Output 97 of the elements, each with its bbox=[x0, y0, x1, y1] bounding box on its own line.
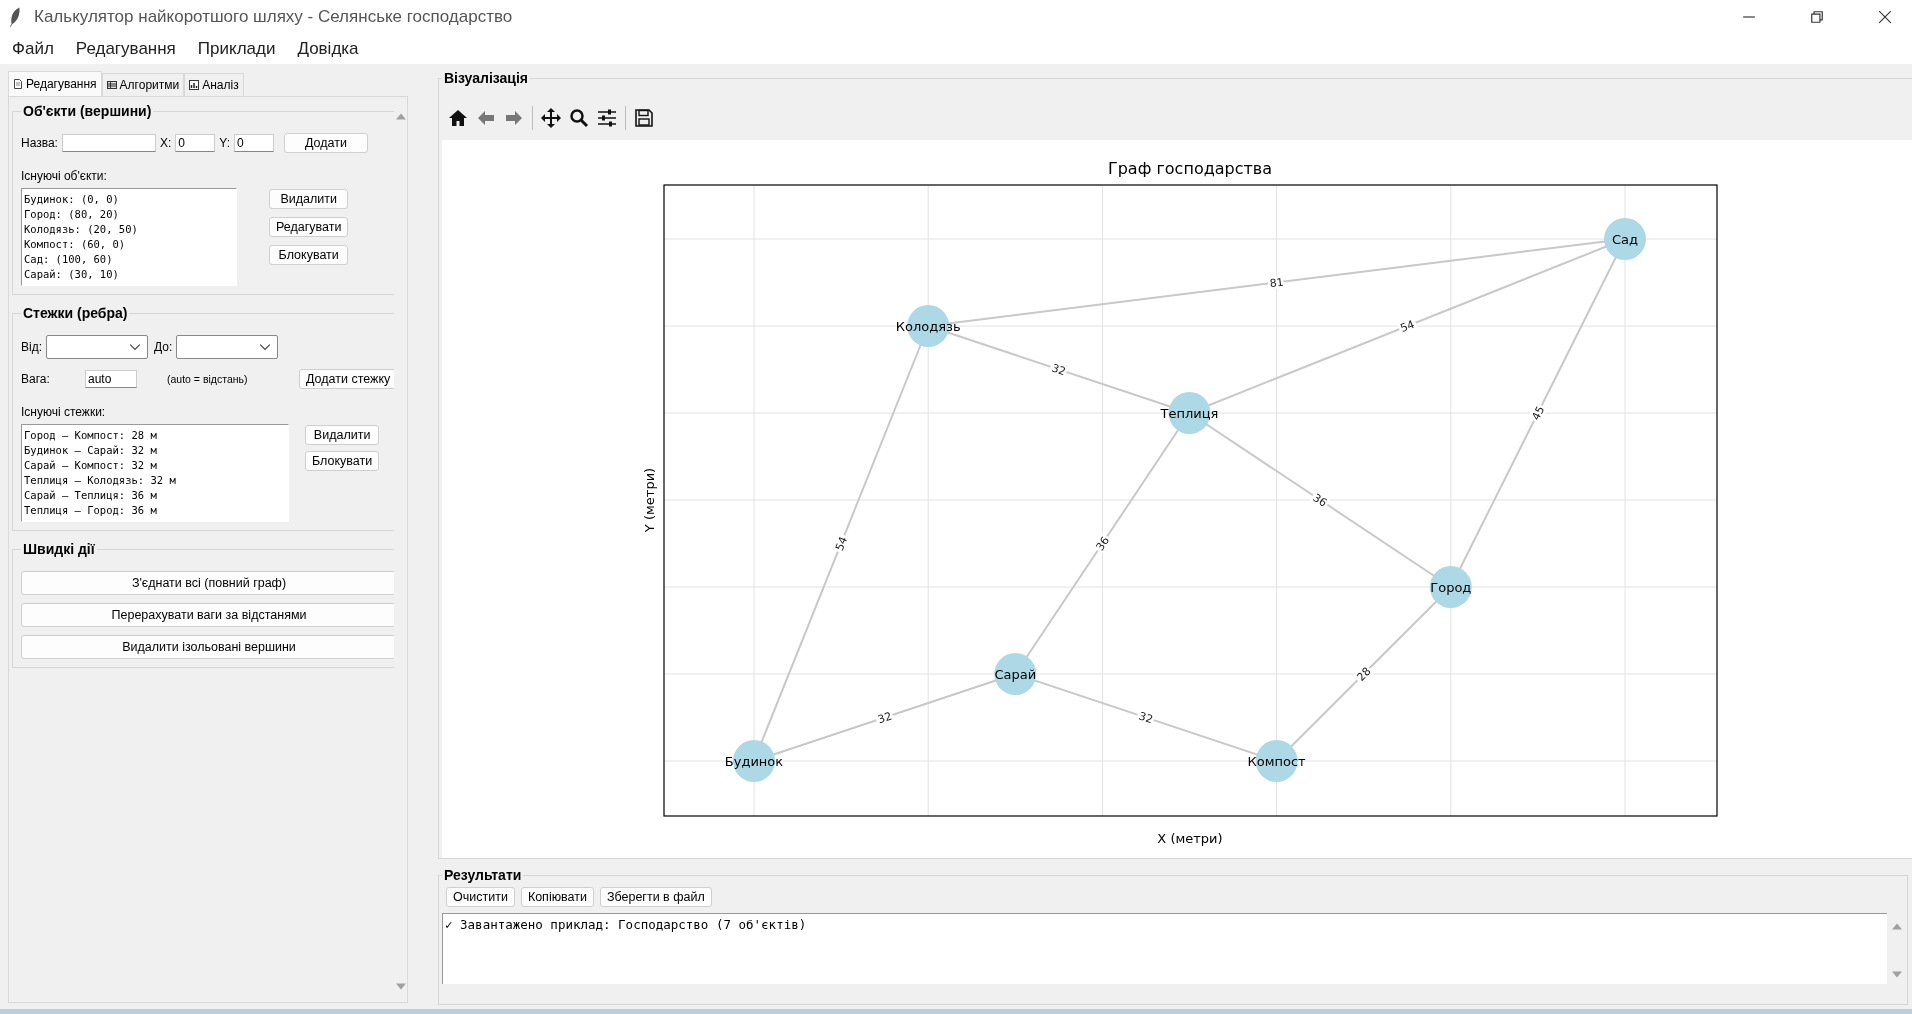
x-axis-label: X (метри) bbox=[1157, 831, 1223, 846]
window-title: Калькулятор найкоротшого шляху - Селянське господарство bbox=[34, 7, 513, 27]
chevron-icon bbox=[259, 343, 272, 351]
edge-weight: 32 bbox=[876, 709, 894, 727]
list-item[interactable]: Город — Компост: 28 м bbox=[24, 428, 286, 443]
edge-weight: 32 bbox=[1137, 709, 1155, 727]
list-item[interactable]: Сад: (100, 60) bbox=[24, 252, 234, 267]
feather-icon bbox=[8, 6, 22, 28]
scroll-up-icon[interactable] bbox=[395, 113, 406, 120]
name-field[interactable] bbox=[61, 134, 156, 152]
graph-title: Граф господарства bbox=[1107, 159, 1273, 178]
edge-weight: 28 bbox=[1354, 664, 1374, 684]
field-label: Назва: bbox=[21, 136, 58, 150]
edge-weight: 36 bbox=[1310, 491, 1330, 510]
scroll-up-icon[interactable] bbox=[1892, 923, 1902, 930]
group-title: Швидкі дії bbox=[22, 541, 96, 557]
node-label: Колодязь bbox=[895, 319, 961, 334]
result-line: ✓ Завантажено приклад: Господарство (7 об'єктів) bbox=[445, 917, 808, 932]
action-button[interactable]: Перерахувати ваги за відстанями bbox=[21, 603, 397, 627]
menu-item[interactable]: Приклади bbox=[197, 39, 276, 59]
field-label: Від: bbox=[21, 340, 42, 354]
scroll-down-icon[interactable] bbox=[1892, 971, 1902, 978]
menu-item[interactable]: Файл bbox=[12, 39, 54, 59]
list-item[interactable]: Теплиця — Колодязь: 32 м bbox=[24, 473, 286, 488]
edge-weight: 54 bbox=[832, 534, 851, 553]
y-axis-label: Y (метри) bbox=[642, 467, 657, 533]
bar-chart-icon bbox=[189, 80, 200, 90]
document-icon bbox=[13, 79, 23, 89]
list-item[interactable]: Будинок — Сарай: 32 м bbox=[24, 443, 286, 458]
restore-icon[interactable] bbox=[1810, 10, 1824, 24]
sliders-icon[interactable] bbox=[597, 108, 617, 128]
action-button[interactable]: Видалити ізольовані вершини bbox=[21, 635, 397, 659]
list-item[interactable]: Теплиця — Город: 36 м bbox=[24, 503, 286, 518]
list-label: Існуючі об'єкти: bbox=[21, 169, 108, 183]
chevron-icon bbox=[129, 343, 141, 351]
objects-list[interactable]: Будинок: (0, 0) Город: (80, 20) Колодязь: (20, 50) Компост: (60, 0) Сад: (100, 60) Сарай: (30, 10) bbox=[21, 188, 237, 286]
list-item[interactable]: Сарай — Компост: 32 м bbox=[24, 458, 286, 473]
graph-node bbox=[1429, 566, 1472, 608]
field-label: Y: bbox=[219, 136, 230, 150]
graph-node bbox=[1604, 218, 1646, 260]
tab[interactable]: Аналіз bbox=[184, 73, 244, 96]
group-title: Об'єкти (вершини) bbox=[22, 103, 153, 119]
tab[interactable]: Редагування bbox=[8, 71, 102, 96]
list-item[interactable]: Колодязь: (20, 50) bbox=[24, 222, 234, 237]
edge-weight: 36 bbox=[1093, 534, 1113, 554]
menu-item[interactable]: Довідка bbox=[297, 39, 359, 59]
list-button[interactable]: Блокувати bbox=[305, 451, 380, 471]
list-item[interactable]: Компост: (60, 0) bbox=[24, 237, 234, 252]
tab[interactable]: Алгоритми bbox=[101, 73, 185, 96]
results-button[interactable]: Зберегти в файл bbox=[599, 887, 712, 907]
node-label: Сад bbox=[1612, 232, 1638, 247]
results-text-area[interactable]: ✓ Завантажено приклад: Господарство (7 об'єктів) bbox=[442, 913, 1887, 984]
menu-item[interactable]: Редагування bbox=[75, 39, 176, 59]
list-button[interactable]: Видалити bbox=[269, 189, 349, 209]
node-label: Будинок bbox=[724, 754, 784, 769]
edge-weight: 32 bbox=[1050, 361, 1068, 379]
field-label: X: bbox=[159, 136, 172, 150]
node-label: Теплиця bbox=[1160, 406, 1219, 421]
results-button[interactable]: Копіювати bbox=[520, 887, 594, 907]
list-item[interactable]: Сарай — Теплиця: 36 м bbox=[24, 488, 286, 503]
action-button[interactable]: З'єднати всі (повний граф) bbox=[21, 571, 397, 595]
edge-weight: 45 bbox=[1529, 404, 1548, 423]
node-label: Компост bbox=[1247, 754, 1306, 769]
forward-arrow-icon[interactable] bbox=[504, 108, 524, 128]
close-icon[interactable] bbox=[1878, 10, 1892, 24]
search-icon[interactable] bbox=[569, 108, 589, 128]
group-title: Стежки (ребра) bbox=[22, 305, 129, 321]
node-label: Город bbox=[1430, 580, 1472, 595]
list-button[interactable]: Редагувати bbox=[269, 217, 349, 237]
list-label: Існуючі стежки: bbox=[21, 405, 107, 419]
scroll-down-icon[interactable] bbox=[395, 983, 406, 990]
list-item[interactable]: Будинок: (0, 0) bbox=[24, 192, 234, 207]
weight-field[interactable]: auto bbox=[85, 370, 137, 388]
move-icon[interactable] bbox=[541, 108, 561, 128]
paths-list[interactable]: Город — Компост: 28 м Будинок — Сарай: 32 м Сарай — Компост: 32 м Теплиця — Колодязь: 32 м Сарай — Теплиця: 36 м Теплиця — Город: 36 м bbox=[21, 424, 289, 522]
x-field[interactable]: 0 bbox=[175, 134, 216, 152]
edge-weight: 54 bbox=[1398, 317, 1417, 336]
from-dropdown[interactable] bbox=[46, 335, 148, 359]
add-button[interactable]: Додати bbox=[284, 133, 368, 153]
list-button[interactable]: Блокувати bbox=[269, 245, 349, 265]
y-field[interactable]: 0 bbox=[234, 134, 274, 152]
field-label: До: bbox=[154, 340, 173, 354]
list-item[interactable]: Сарай: (30, 10) bbox=[24, 267, 234, 282]
to-dropdown[interactable] bbox=[176, 335, 279, 359]
save-icon[interactable] bbox=[634, 108, 654, 128]
node-label: Сарай bbox=[994, 667, 1037, 682]
list-item[interactable]: Город: (80, 20) bbox=[24, 207, 234, 222]
list-button[interactable]: Видалити bbox=[305, 425, 380, 445]
table-icon bbox=[106, 80, 117, 90]
home-icon[interactable] bbox=[448, 108, 468, 128]
group-title: Візуалізація bbox=[443, 70, 529, 86]
edge-weight: 81 bbox=[1268, 275, 1285, 291]
field-label: Вага: bbox=[21, 372, 51, 386]
hint-text: (auto = відстань) bbox=[167, 373, 249, 385]
results-button[interactable]: Очистити bbox=[446, 887, 515, 907]
group-title: Результати bbox=[443, 867, 523, 883]
graph-node bbox=[994, 653, 1037, 695]
